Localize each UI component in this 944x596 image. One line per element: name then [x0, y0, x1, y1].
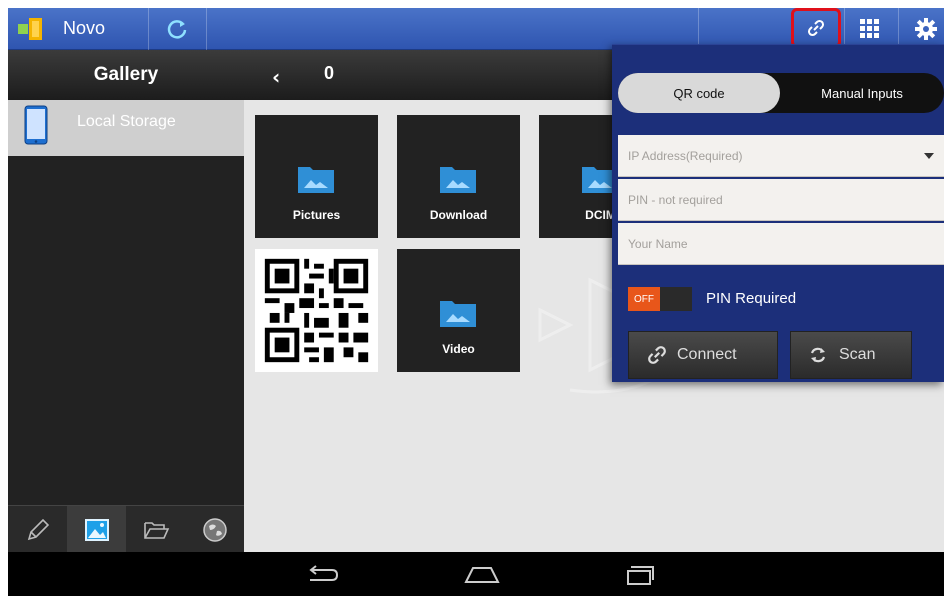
scan-label: Scan — [839, 346, 876, 363]
back-icon[interactable] — [304, 562, 340, 586]
pin-input[interactable] — [618, 179, 944, 220]
sidebar-title: Gallery — [8, 50, 244, 100]
dropdown-arrow-icon[interactable] — [924, 153, 934, 159]
connect-button[interactable]: Connect — [628, 331, 778, 379]
folder-label: Video — [442, 342, 475, 356]
globe-icon — [202, 517, 227, 542]
tab-manual-inputs[interactable]: Manual Inputs — [780, 73, 944, 113]
pencil-icon — [27, 518, 49, 540]
tab-gallery[interactable] — [67, 506, 126, 553]
folder-tile-pictures[interactable]: Pictures — [255, 115, 378, 238]
image-icon — [84, 518, 109, 541]
folder-icon — [298, 167, 334, 193]
tablet-icon — [24, 105, 48, 145]
home-icon[interactable] — [463, 562, 501, 586]
tab-qr-code[interactable]: QR code — [618, 73, 780, 113]
tab-browser[interactable] — [185, 506, 244, 553]
ip-address-field[interactable] — [618, 135, 944, 177]
name-input[interactable] — [618, 223, 944, 264]
gallery-path-bar: ‹ 0 — [244, 50, 616, 100]
qr-code-image — [255, 249, 378, 372]
gear-icon[interactable] — [914, 17, 938, 41]
toggle-state-label: OFF — [628, 287, 660, 311]
tab-files[interactable] — [126, 506, 185, 553]
novo-app-icon — [18, 18, 42, 40]
current-path: 0 — [324, 63, 335, 83]
system-navigation-bar — [8, 552, 944, 596]
app-screen: Novo Gallery Local Storage ‹ 0 Pictures … — [8, 8, 944, 596]
sidebar: Gallery Local Storage — [8, 50, 244, 553]
grid-icon[interactable] — [860, 19, 880, 39]
folder-icon — [440, 167, 476, 193]
folder-open-icon — [143, 521, 169, 539]
connect-panel: QR code Manual Inputs OFF PIN Required C… — [612, 44, 944, 382]
pin-required-label: PIN Required — [706, 290, 797, 307]
ip-address-input[interactable] — [618, 135, 944, 176]
tab-whiteboard[interactable] — [8, 506, 67, 553]
folder-tile-download[interactable]: Download — [397, 115, 520, 238]
connect-mode-switch: QR code Manual Inputs — [618, 73, 944, 113]
connect-label: Connect — [677, 346, 737, 363]
recent-apps-icon[interactable] — [622, 562, 656, 586]
sync-icon — [810, 347, 826, 363]
name-field[interactable] — [618, 223, 944, 265]
folder-icon — [440, 301, 476, 327]
folder-tile-video[interactable]: Video — [397, 249, 520, 372]
app-title: Novo — [63, 18, 106, 38]
link-icon — [807, 19, 825, 37]
link-icon — [648, 346, 666, 364]
local-storage-label: Local Storage — [77, 113, 176, 130]
refresh-icon[interactable] — [166, 18, 188, 40]
pin-required-toggle[interactable]: OFF — [628, 287, 692, 311]
folder-label: Download — [429, 208, 488, 222]
sidebar-item-local-storage[interactable]: Local Storage — [8, 100, 244, 156]
pin-field[interactable] — [618, 179, 944, 221]
scan-button[interactable]: Scan — [790, 331, 912, 379]
link-button[interactable] — [791, 8, 841, 48]
qr-code-thumbnail[interactable] — [255, 249, 378, 372]
back-chevron-icon[interactable]: ‹ — [272, 65, 280, 89]
bottom-tab-bar — [8, 505, 244, 553]
folder-label: Pictures — [292, 208, 341, 222]
